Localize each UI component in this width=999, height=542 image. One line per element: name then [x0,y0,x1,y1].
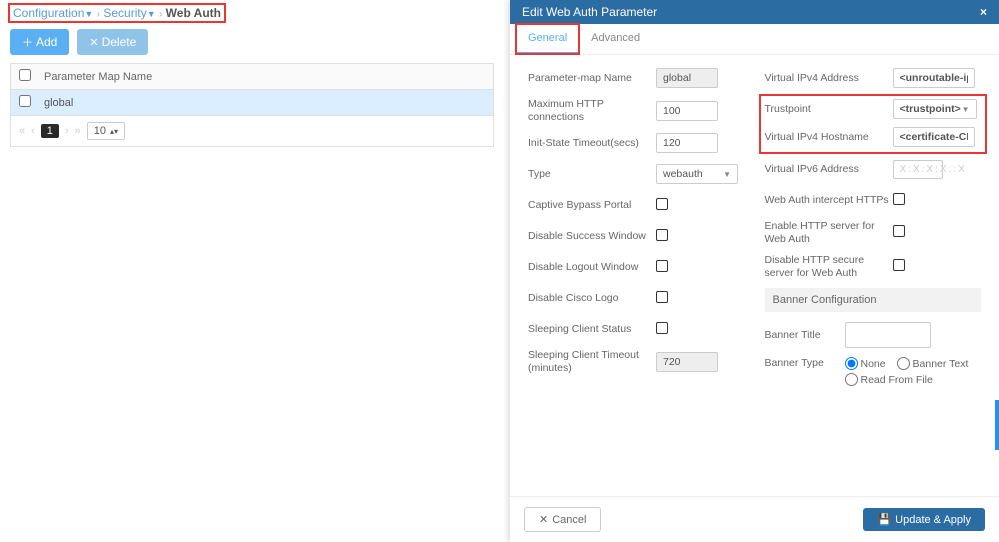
init-timeout-field[interactable] [656,133,718,153]
label-dsecure: Disable HTTP secure server for Web Auth [765,254,893,279]
tab-advanced[interactable]: Advanced [579,24,652,54]
modal-title: Edit Web Auth Parameter [522,5,657,19]
breadcrumb-webauth: Web Auth [166,6,221,20]
chevron-down-icon: ▼ [962,105,970,114]
label-dsuccess: Disable Success Window [528,230,656,243]
label-sleep-status: Sleeping Client Status [528,323,656,336]
delete-button[interactable]: ✕Delete [77,29,148,55]
edit-webauth-modal: Edit Web Auth Parameter × General Advanc… [510,0,999,542]
label-param-name: Parameter-map Name [528,72,656,85]
trustpoint-select[interactable]: <trustpoint>▼ [893,99,977,119]
banner-title-field[interactable] [845,322,931,348]
captive-checkbox[interactable] [656,198,668,210]
pager-prev[interactable]: ‹ [31,125,35,137]
row-name: global [44,97,485,109]
radio-none[interactable]: None [845,357,886,370]
label-captive: Captive Bypass Portal [528,199,656,212]
label-type: Type [528,168,656,181]
modal-tabs: General Advanced [510,24,999,55]
apply-button[interactable]: 💾Update & Apply [863,508,985,531]
x-icon: ✕ [539,513,548,526]
accent-bar [995,400,999,450]
vip6addr-field[interactable]: X:X:X:X::X [893,160,943,179]
vip4host-field[interactable] [893,127,975,147]
row-checkbox[interactable] [19,95,31,107]
pager-next[interactable]: › [65,125,69,137]
breadcrumb-security[interactable]: Security▼ [103,6,155,20]
disable-logo-checkbox[interactable] [656,291,668,303]
close-icon[interactable]: × [980,5,987,19]
vip4addr-field[interactable] [893,68,975,88]
disable-success-checkbox[interactable] [656,229,668,241]
pager-current: 1 [41,124,59,138]
label-httpserver: Enable HTTP server for Web Auth [765,220,893,245]
x-icon: ✕ [89,36,98,49]
type-select[interactable]: webauth▼ [656,164,738,184]
chevron-down-icon: ▼ [723,170,731,179]
label-trustpoint: Trustpoint [765,103,893,116]
httpserver-checkbox[interactable] [893,225,905,237]
label-banner-title: Banner Title [765,329,845,342]
intercept-checkbox[interactable] [893,193,905,205]
disable-logout-checkbox[interactable] [656,260,668,272]
column-header-name[interactable]: Parameter Map Name [44,71,485,83]
banner-type-radios: None Banner Text Read From File [845,357,982,389]
sleep-timeout-field[interactable] [656,352,718,372]
label-dlogout: Disable Logout Window [528,261,656,274]
plus-icon: ＋ [22,34,33,50]
select-all-checkbox[interactable] [19,69,31,81]
pager-first[interactable]: « [19,125,25,137]
label-max-http: Maximum HTTP connections [528,98,656,123]
sort-icon: ▴▾ [110,127,118,136]
label-banner-type: Banner Type [765,357,845,370]
page-size-selector[interactable]: 10▴▾ [87,122,125,140]
label-intercept: Web Auth intercept HTTPs [765,194,893,207]
chevron-right-icon: › [97,9,100,20]
param-name-field [656,68,718,88]
label-vip4host: Virtual IPv4 Hostname [765,131,893,144]
radio-file[interactable]: Read From File [845,373,933,386]
add-button[interactable]: ＋Add [10,29,69,55]
chevron-right-icon: › [159,9,162,20]
tab-general[interactable]: General [516,24,579,54]
radio-text[interactable]: Banner Text [897,357,969,370]
label-vip4addr: Virtual IPv4 Address [765,72,893,85]
label-vip6addr: Virtual IPv6 Address [765,163,893,176]
banner-section-header: Banner Configuration [765,288,982,312]
parameter-map-table: Parameter Map Name global « ‹ 1 › » 10▴▾ [10,63,494,147]
breadcrumb-config[interactable]: Configuration▼ [13,6,93,20]
cancel-button[interactable]: ✕Cancel [524,507,601,532]
pager-last[interactable]: » [75,125,81,137]
max-http-field[interactable] [656,101,718,121]
label-sleep-timeout: Sleeping Client Timeout (minutes) [528,349,656,374]
pager: « ‹ 1 › » 10▴▾ [11,116,493,146]
disable-secure-checkbox[interactable] [893,259,905,271]
save-icon: 💾 [877,513,891,526]
label-init-timeout: Init-State Timeout(secs) [528,137,656,150]
table-row[interactable]: global [11,90,493,116]
label-dlogo: Disable Cisco Logo [528,292,656,305]
sleep-status-checkbox[interactable] [656,322,668,334]
